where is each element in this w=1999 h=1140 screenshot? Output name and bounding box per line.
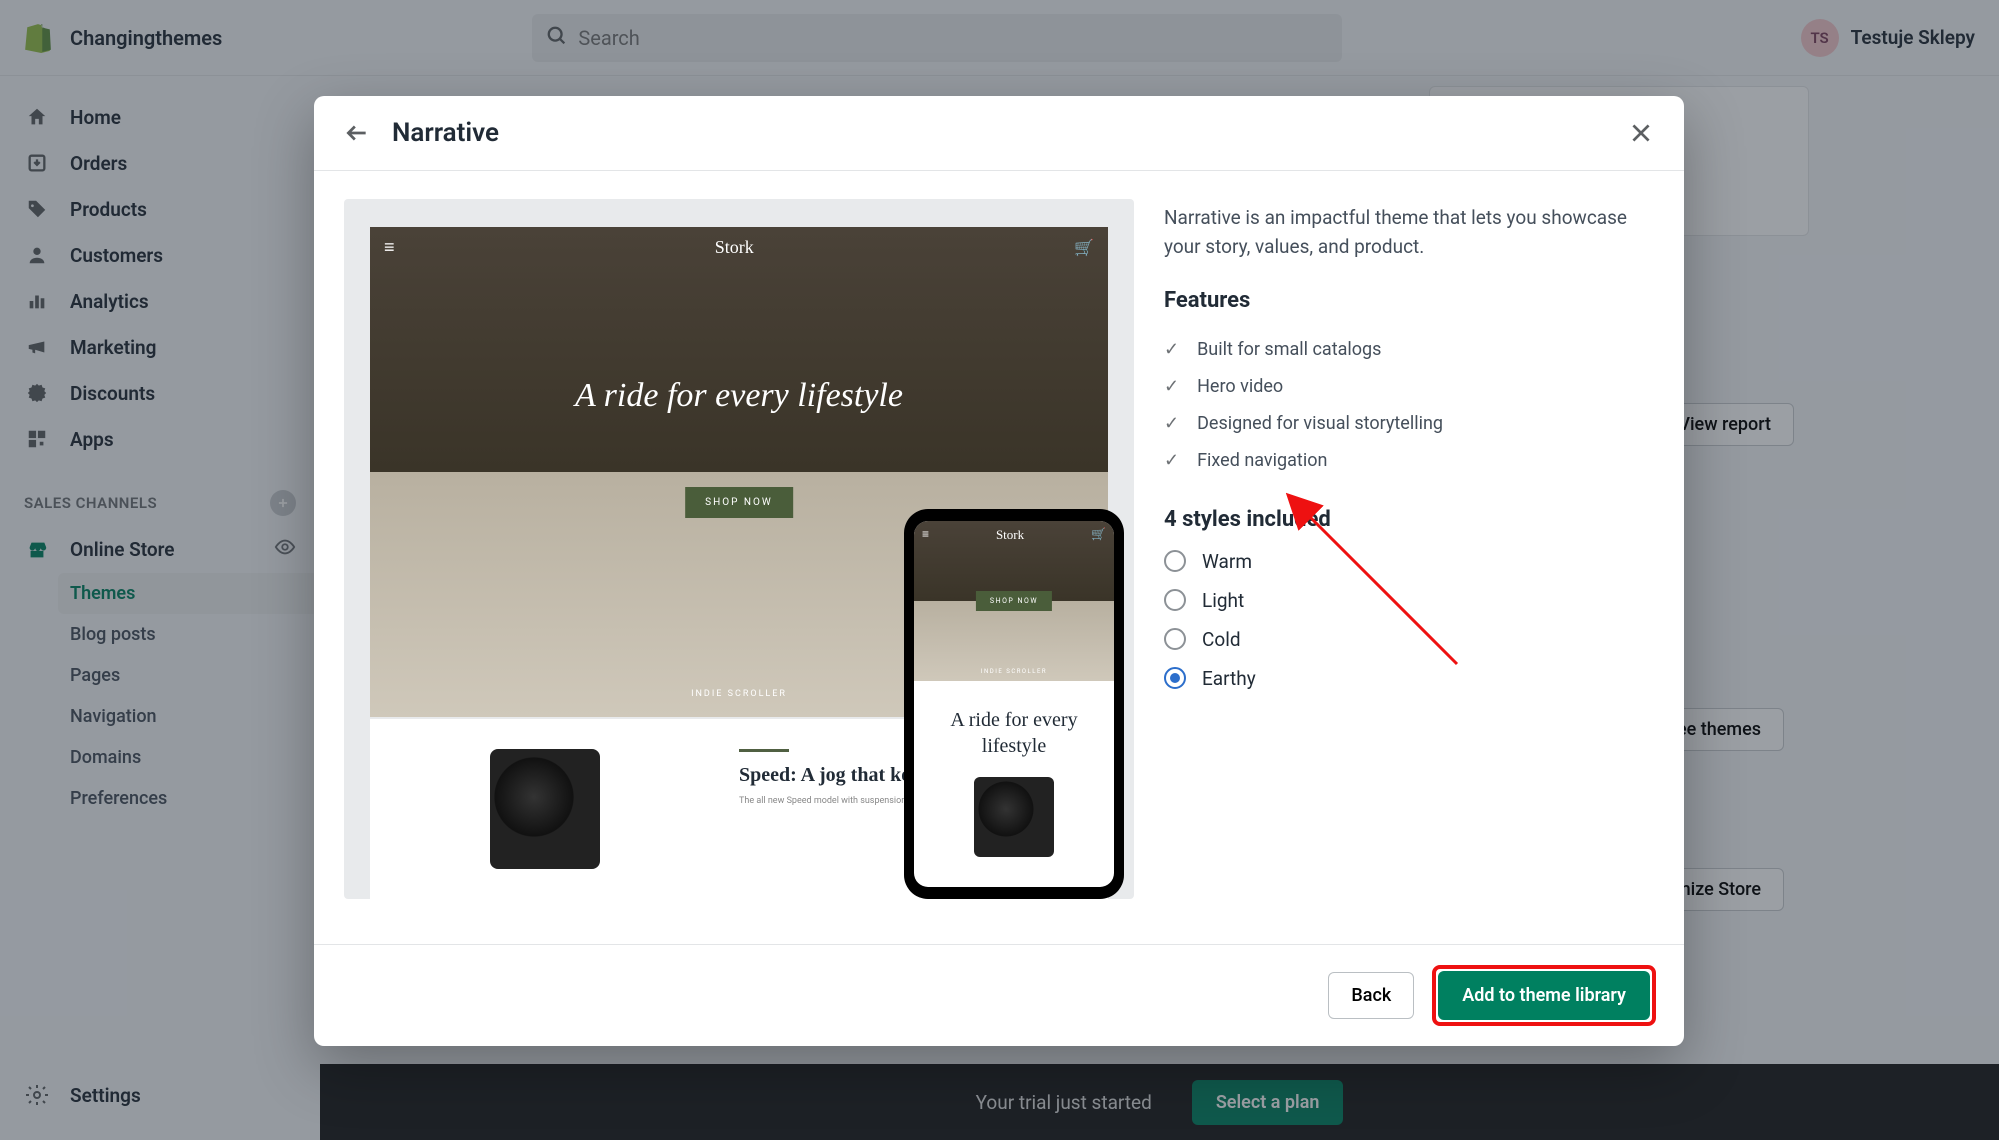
feature-item: ✓Built for small catalogs	[1164, 331, 1654, 368]
burger-icon: ≡	[384, 237, 395, 258]
preview-shop-button: SHOP NOW	[685, 487, 793, 518]
preview-scroll-mobile: INDIE SCROLLER	[914, 668, 1114, 675]
feature-item: ✓Designed for visual storytelling	[1164, 405, 1654, 442]
theme-description: Narrative is an impactful theme that let…	[1164, 203, 1654, 262]
theme-preview: ≡ Stork 🛒 A ride for every lifestyle SHO…	[344, 199, 1134, 899]
modal-title: Narrative	[392, 118, 1606, 148]
close-icon[interactable]	[1628, 120, 1654, 146]
style-option-cold[interactable]: Cold	[1164, 628, 1654, 651]
back-arrow-icon[interactable]	[344, 120, 370, 146]
styles-heading: 4 styles included	[1164, 507, 1654, 532]
check-icon: ✓	[1164, 339, 1179, 360]
style-option-warm[interactable]: Warm	[1164, 550, 1654, 573]
styles-radio-group: Warm Light Cold Earthy	[1164, 550, 1654, 690]
features-heading: Features	[1164, 288, 1654, 313]
theme-detail-modal: Narrative ≡ Stork 🛒 A ride for every lif…	[314, 96, 1684, 1046]
cart-icon: 🛒	[1091, 527, 1106, 543]
burger-icon: ≡	[922, 527, 929, 543]
theme-details: Narrative is an impactful theme that let…	[1164, 199, 1654, 944]
preview-brand-mobile: Stork	[996, 527, 1024, 543]
back-button[interactable]: Back	[1328, 972, 1414, 1019]
style-option-earthy[interactable]: Earthy	[1164, 667, 1654, 690]
check-icon: ✓	[1164, 450, 1179, 471]
preview-headline: A ride for every lifestyle	[370, 377, 1108, 415]
stroller-image	[490, 749, 600, 869]
modal-footer: Back Add to theme library	[314, 944, 1684, 1046]
mobile-preview: ≡ Stork 🛒 SHOP NOW INDIE SCROLLER A ride f…	[904, 509, 1124, 899]
stroller-image-mobile	[974, 777, 1054, 857]
preview-headline-mobile: A ride for every lifestyle	[914, 681, 1114, 759]
preview-brand: Stork	[715, 237, 754, 258]
feature-item: ✓Fixed navigation	[1164, 442, 1654, 479]
cart-icon: 🛒	[1074, 238, 1094, 257]
style-option-light[interactable]: Light	[1164, 589, 1654, 612]
preview-scroll-label: INDIE SCROLLER	[691, 689, 787, 699]
preview-shop-mobile: SHOP NOW	[976, 591, 1052, 611]
features-list: ✓Built for small catalogs ✓Hero video ✓D…	[1164, 331, 1654, 479]
annotation-highlight: Add to theme library	[1432, 965, 1656, 1026]
add-to-theme-library-button[interactable]: Add to theme library	[1438, 971, 1650, 1020]
check-icon: ✓	[1164, 413, 1179, 434]
check-icon: ✓	[1164, 376, 1179, 397]
modal-header: Narrative	[314, 96, 1684, 171]
feature-item: ✓Hero video	[1164, 368, 1654, 405]
modal-body: ≡ Stork 🛒 A ride for every lifestyle SHO…	[314, 171, 1684, 944]
